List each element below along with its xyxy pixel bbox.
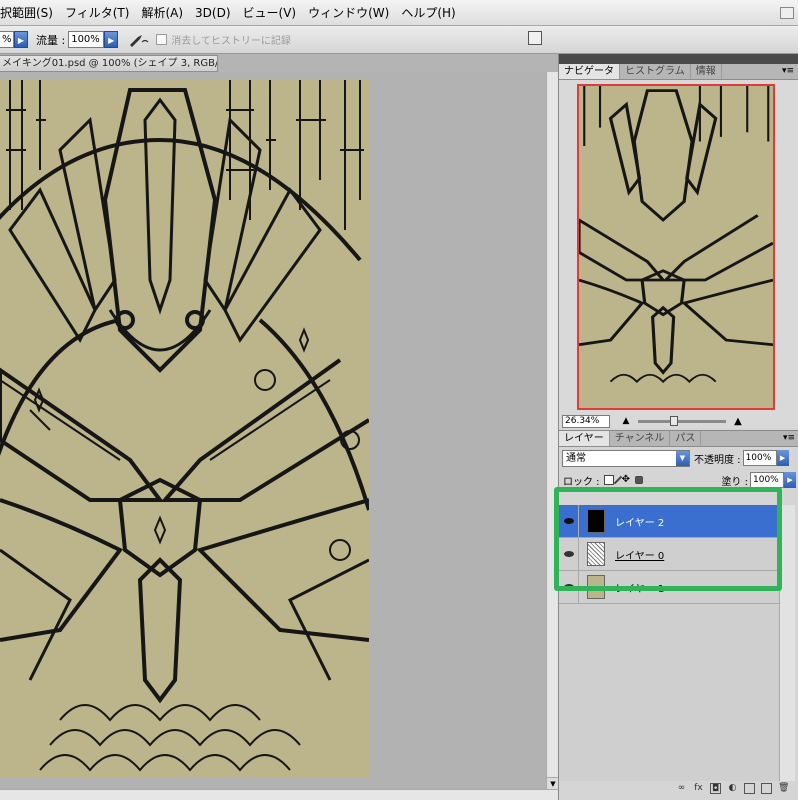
right-panel-dock: ナビゲータ ヒストグラム 情報 ▾≡ 26.34% ▲ ▲ レイヤー チャンネル… [558,54,798,800]
menu-view[interactable]: ビュー(V) [237,0,303,26]
trash-icon[interactable]: 🗑 [778,783,789,794]
layer-style-icon[interactable]: fx [693,783,704,794]
layers-panel: レイヤー チャンネル パス ▾≡ 通常 ▼ 不透明度 : 100% ▶ ロック … [559,430,798,800]
flow-dropdown-button[interactable]: ▶ [104,31,119,48]
flow-input[interactable]: 100% [68,31,105,48]
menu-bar: 択範囲(S) フィルタ(T) 解析(A) 3D(D) ビュー(V) ウィンドウ(… [0,0,798,26]
layers-highlight-box [554,487,782,591]
line-art-illustration [0,80,369,772]
lock-label: ロック : [563,476,600,488]
panel-menu-icon[interactable]: ▾≡ [778,64,798,79]
fill-dropdown-button[interactable]: ▶ [784,472,796,488]
options-bar: % ▶ 流量 : 100% ▶ 消去してヒストリーに記録 [0,26,798,54]
layers-footer-toolbar: ∞ fx ◘ ◐ 🗑 [559,780,798,796]
lock-controls: ✥ [603,475,643,485]
new-group-icon[interactable] [744,782,755,794]
menu-select[interactable]: 択範囲(S) [0,0,59,26]
tab-channels[interactable]: チャンネル [610,431,671,446]
tab-info[interactable]: 情報 [691,64,722,79]
airbrush-icon[interactable] [128,32,150,48]
zoom-out-icon[interactable]: ▲ [620,416,632,426]
panel-toggle-icon[interactable] [528,31,542,45]
blend-mode-value: 通常 [566,452,586,464]
layer-opacity-input[interactable]: 100% [742,450,777,466]
menu-help[interactable]: ヘルプ(H) [395,0,461,26]
add-mask-icon[interactable]: ◘ [710,782,721,794]
fill-input[interactable]: 100% [750,472,784,488]
history-checkbox-label: 消去してヒストリーに記録 [171,36,291,47]
layer-opacity-dropdown-button[interactable]: ▶ [776,450,789,466]
canvas-area[interactable] [0,72,546,789]
blend-row: 通常 ▼ 不透明度 : 100% ▶ [559,447,798,469]
fill-label: 塗り : [721,476,748,488]
history-checkbox[interactable] [156,34,168,45]
zoom-in-icon[interactable]: ▲ [732,416,744,427]
navigator-panel: 26.34% ▲ ▲ [559,80,798,428]
navigator-zoom-bar: 26.34% ▲ ▲ [559,414,798,428]
zoom-slider[interactable] [638,415,726,426]
opacity-input[interactable]: % [0,31,14,48]
layers-tab-strip: レイヤー チャンネル パス ▾≡ [559,431,798,447]
tab-paths[interactable]: パス [670,431,702,446]
navigator-thumbnail-art [579,86,773,384]
chevron-down-icon[interactable]: ▼ [676,450,689,466]
layers-panel-menu-icon[interactable]: ▾≡ [779,431,798,446]
link-layers-icon[interactable]: ∞ [676,783,687,794]
menu-3d[interactable]: 3D(D) [189,0,236,26]
opacity-dropdown-button[interactable]: ▶ [14,31,28,48]
window-restore-button[interactable] [780,6,794,19]
lock-transparency-icon[interactable] [603,475,614,485]
adjustment-layer-icon[interactable]: ◐ [727,783,738,794]
tab-layers[interactable]: レイヤー [559,431,610,446]
zoom-input[interactable]: 26.34% [562,414,610,428]
lock-pixels-icon[interactable] [613,475,622,485]
blend-mode-select[interactable]: 通常 ▼ [562,449,690,467]
tab-histogram[interactable]: ヒストグラム [620,64,691,79]
photoshop-window: 択範囲(S) フィルタ(T) 解析(A) 3D(D) ビュー(V) ウィンドウ(… [0,0,798,800]
panel-dock-header[interactable] [559,54,798,64]
lock-position-icon[interactable]: ✥ [622,475,632,485]
zoom-slider-handle[interactable] [670,415,678,426]
menu-analysis[interactable]: 解析(A) [135,0,189,26]
canvas-horizontal-scrollbar[interactable] [0,789,558,800]
artwork-canvas[interactable] [0,80,369,777]
menu-filter[interactable]: フィルタ(T) [59,0,135,26]
opacity-label: 不透明度 : [694,454,741,466]
new-layer-icon[interactable] [761,782,772,794]
navigator-tab-strip: ナビゲータ ヒストグラム 情報 ▾≡ [559,64,798,80]
document-tab[interactable]: メイキング01.psd @ 100% (シェイプ 3, RGB/8) * [0,55,218,72]
lock-all-icon[interactable] [634,476,643,484]
menu-window[interactable]: ウィンドウ(W) [302,0,395,26]
flow-label: 流量 : [36,33,66,47]
tab-navigator[interactable]: ナビゲータ [559,64,620,79]
navigator-preview[interactable] [577,84,775,410]
canvas-vertical-scrollbar[interactable]: ▼ [546,72,559,789]
